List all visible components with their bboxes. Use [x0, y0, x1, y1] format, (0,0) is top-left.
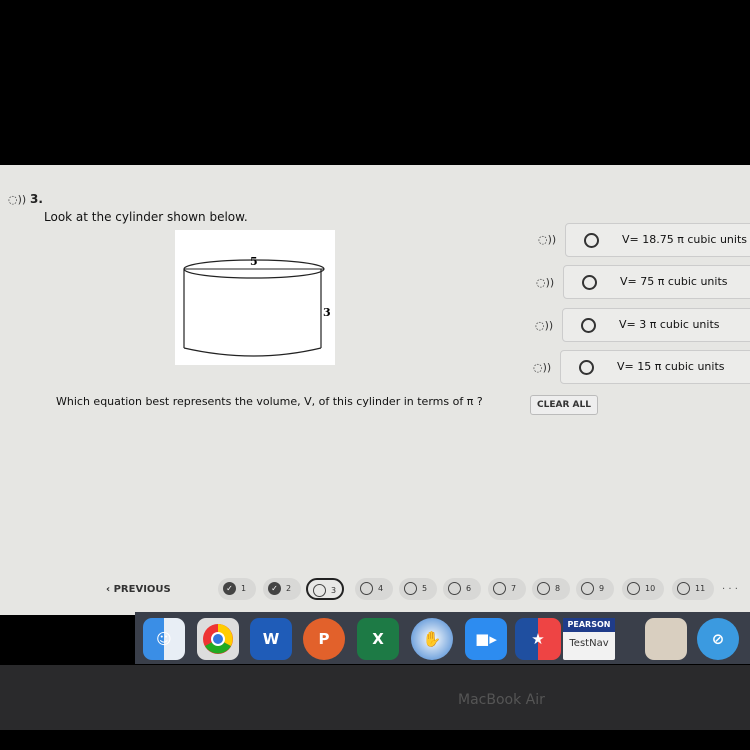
radio-button[interactable]: [581, 318, 596, 333]
page-number: 5: [422, 584, 428, 593]
page-4[interactable]: 4: [355, 578, 393, 600]
page-10[interactable]: 10: [622, 578, 664, 600]
option-label: V= 3 π cubic units: [619, 318, 720, 331]
page-number: 4: [378, 584, 384, 593]
dock: ☺ W P X ✋ ■▸ ★ PEARSON TestNav ⊘: [135, 612, 750, 664]
speaker-icon[interactable]: ◌)): [533, 361, 551, 374]
page-6[interactable]: 6: [443, 578, 481, 600]
page-3[interactable]: 3: [306, 578, 344, 600]
page-number: 10: [645, 584, 656, 593]
pearson-text: PEARSON: [563, 618, 615, 632]
circle-icon: [537, 582, 550, 595]
calendar-icon[interactable]: [645, 618, 687, 660]
zoom-icon[interactable]: ■▸: [465, 618, 507, 660]
circle-icon: [493, 582, 506, 595]
speaker-icon[interactable]: ◌)): [536, 276, 554, 289]
question-prompt: Look at the cylinder shown below.: [44, 210, 248, 224]
texas-flag-icon[interactable]: ★: [515, 618, 561, 660]
circle-icon: [448, 582, 461, 595]
option-c[interactable]: V= 3 π cubic units: [562, 308, 750, 342]
powerpoint-letter: P: [318, 630, 330, 648]
option-label: V= 75 π cubic units: [620, 275, 728, 288]
speaker-icon[interactable]: ◌)): [8, 193, 26, 206]
circle-icon: [313, 584, 326, 597]
page-2[interactable]: ✓ 2: [263, 578, 301, 600]
option-label: V= 15 π cubic units: [617, 360, 725, 373]
page-number: 7: [511, 584, 517, 593]
question-number: 3.: [30, 192, 43, 206]
testnav-icon[interactable]: PEARSON TestNav: [563, 618, 615, 660]
word-letter: W: [262, 630, 280, 648]
laptop-bezel: MacBook Air: [0, 665, 750, 730]
option-d[interactable]: V= 15 π cubic units: [560, 350, 750, 384]
check-icon: ✓: [223, 582, 236, 595]
circle-icon: [581, 582, 594, 595]
testnav-text: TestNav: [569, 638, 609, 649]
option-a[interactable]: V= 18.75 π cubic units: [565, 223, 750, 257]
laptop-brand: MacBook Air: [458, 692, 545, 708]
finder-icon[interactable]: ☺: [143, 618, 185, 660]
speaker-icon[interactable]: ◌)): [535, 319, 553, 332]
clear-all-button[interactable]: CLEAR ALL: [530, 395, 598, 415]
page-1[interactable]: ✓ 1: [218, 578, 256, 600]
page-7[interactable]: 7: [488, 578, 526, 600]
previous-button[interactable]: ‹ PREVIOUS: [106, 584, 171, 595]
option-b[interactable]: V= 75 π cubic units: [563, 265, 750, 299]
height-label: 3: [323, 306, 331, 319]
word-icon[interactable]: W: [250, 618, 292, 660]
check-icon: ✓: [268, 582, 281, 595]
excel-letter: X: [372, 630, 384, 648]
radio-button[interactable]: [582, 275, 597, 290]
testnav-screen: ◌)) 3. Look at the cylinder shown below.…: [0, 165, 750, 615]
page-8[interactable]: 8: [532, 578, 570, 600]
cylinder-figure: 5 3: [175, 230, 335, 365]
chrome-icon[interactable]: [197, 618, 239, 660]
radio-button[interactable]: [584, 233, 599, 248]
circle-icon: [404, 582, 417, 595]
excel-icon[interactable]: X: [357, 618, 399, 660]
page-number: 8: [555, 584, 561, 593]
speaker-icon[interactable]: ◌)): [538, 233, 556, 246]
page-number: 1: [241, 584, 247, 593]
diameter-label: 5: [250, 255, 258, 268]
powerpoint-icon[interactable]: P: [303, 618, 345, 660]
page-11[interactable]: 11: [672, 578, 714, 600]
safari-icon[interactable]: ⊘: [697, 618, 739, 660]
page-number: 3: [331, 586, 337, 595]
page-5[interactable]: 5: [399, 578, 437, 600]
page-number: 9: [599, 584, 605, 593]
page-number: 11: [695, 584, 706, 593]
circle-icon: [627, 582, 640, 595]
option-label: V= 18.75 π cubic units: [622, 233, 747, 246]
question-text: Which equation best represents the volum…: [56, 395, 483, 408]
page-number: 2: [286, 584, 292, 593]
question-navigation: ‹ PREVIOUS ✓ 1 ✓ 2 3 4 5 6 7 8 9 10 11 · ·…: [0, 570, 750, 610]
more-pages[interactable]: · · ·: [722, 584, 738, 595]
circle-icon: [360, 582, 373, 595]
page-number: 6: [466, 584, 472, 593]
app-figure-icon[interactable]: ✋: [411, 618, 453, 660]
page-9[interactable]: 9: [576, 578, 614, 600]
circle-icon: [677, 582, 690, 595]
radio-button[interactable]: [579, 360, 594, 375]
